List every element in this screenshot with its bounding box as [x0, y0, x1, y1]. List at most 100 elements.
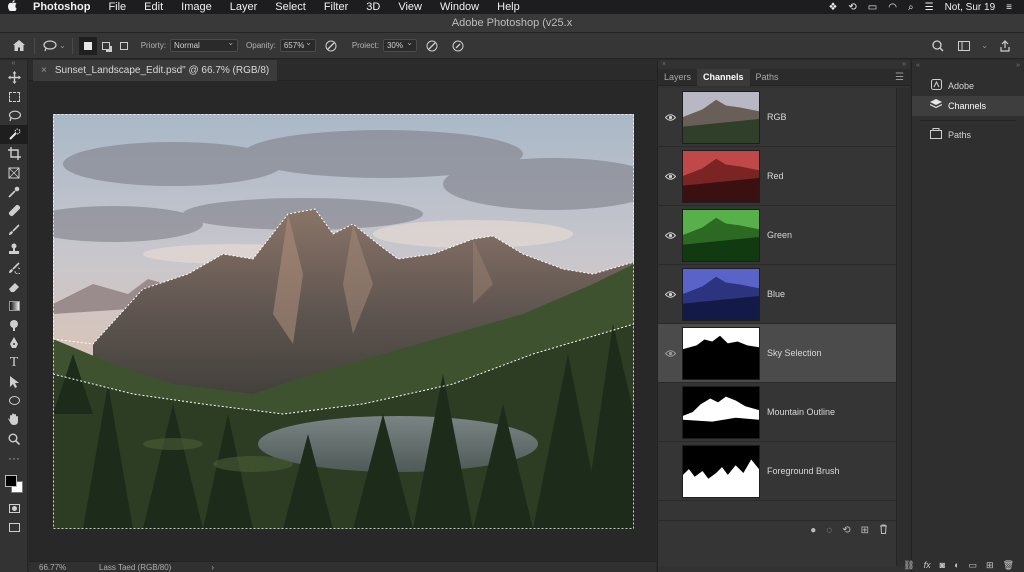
- add-to-selection-icon[interactable]: [97, 37, 115, 55]
- new-layer-icon[interactable]: ⊞: [986, 560, 994, 571]
- menu-edit[interactable]: Edit: [135, 0, 172, 14]
- dropbox-icon[interactable]: ❖: [828, 2, 837, 13]
- visibility-eye-icon[interactable]: [658, 349, 682, 357]
- healing-brush-tool-icon[interactable]: [0, 201, 28, 220]
- document-tab[interactable]: × Sunset_Landscape_Edit.psd" @ 66.7% (RG…: [33, 60, 278, 81]
- new-channel-icon[interactable]: ⊞: [861, 525, 869, 536]
- tab-channels[interactable]: Channels: [697, 68, 750, 86]
- projext-field[interactable]: 30%: [382, 37, 417, 52]
- workspace-icon[interactable]: [955, 37, 973, 55]
- type-tool-icon[interactable]: T: [0, 353, 28, 372]
- notification-center-icon[interactable]: ≡: [1006, 2, 1012, 13]
- channels-scrollbar[interactable]: [896, 88, 911, 566]
- visibility-eye-icon[interactable]: [658, 113, 682, 121]
- new-group-icon[interactable]: ▭: [969, 560, 978, 571]
- menu-select[interactable]: Select: [266, 0, 315, 14]
- menu-layer[interactable]: Layer: [221, 0, 267, 14]
- path-selection-tool-icon[interactable]: [0, 372, 28, 391]
- opacity-field[interactable]: 657%: [279, 37, 316, 52]
- channel-row-blue[interactable]: Blue: [658, 265, 896, 324]
- quick-selection-tool-icon[interactable]: [0, 125, 28, 144]
- save-selection-as-channel-icon[interactable]: ◌: [826, 525, 832, 536]
- history-brush-tool-icon[interactable]: [0, 258, 28, 277]
- dock-item-channels[interactable]: Channels: [912, 96, 1024, 116]
- control-center-icon[interactable]: ☰: [925, 2, 934, 13]
- battery-icon[interactable]: ▭: [868, 2, 877, 13]
- lasso-tool-preset-icon[interactable]: [41, 37, 59, 55]
- menu-window[interactable]: Window: [431, 0, 488, 14]
- menu-file[interactable]: File: [99, 0, 135, 14]
- spotlight-search-icon[interactable]: ⌕: [908, 2, 914, 13]
- gradient-tool-icon[interactable]: [0, 296, 28, 315]
- status-arrow-icon[interactable]: ›: [211, 563, 214, 572]
- crop-tool-icon[interactable]: [0, 144, 28, 163]
- quick-mask-icon[interactable]: [0, 499, 28, 518]
- visibility-toggle[interactable]: [658, 466, 682, 476]
- eraser-tool-icon[interactable]: [0, 277, 28, 296]
- menubar-clock[interactable]: Not, Sur 19: [945, 2, 996, 13]
- move-tool-icon[interactable]: [0, 68, 28, 87]
- pressure-size-icon[interactable]: [449, 37, 467, 55]
- pen-tool-icon[interactable]: [0, 334, 28, 353]
- new-selection-icon[interactable]: [78, 36, 97, 55]
- time-machine-icon[interactable]: ⟲: [848, 2, 856, 13]
- add-mask-icon[interactable]: ◙: [940, 560, 945, 570]
- frame-tool-icon[interactable]: [0, 163, 28, 182]
- chevron-down-icon[interactable]: ⌄: [59, 41, 66, 50]
- channel-row-rgb[interactable]: RGB: [658, 88, 896, 147]
- hand-tool-icon[interactable]: [0, 410, 28, 429]
- airbrush-icon[interactable]: [322, 37, 340, 55]
- search-icon[interactable]: [929, 37, 947, 55]
- apple-menu-icon[interactable]: [0, 0, 24, 14]
- menu-view[interactable]: View: [389, 0, 431, 14]
- menu-3d[interactable]: 3D: [357, 0, 389, 14]
- menu-photoshop[interactable]: Photoshop: [24, 0, 99, 14]
- clone-stamp-tool-icon[interactable]: [0, 239, 28, 258]
- share-icon[interactable]: [996, 37, 1014, 55]
- delete-layer-icon[interactable]: 🗑: [1003, 560, 1014, 571]
- visibility-eye-icon[interactable]: [658, 290, 682, 298]
- blur-tool-icon[interactable]: [0, 315, 28, 334]
- dock-collapse-bar[interactable]: «»: [912, 60, 1024, 72]
- close-document-icon[interactable]: ×: [41, 60, 47, 81]
- ellipse-tool-icon[interactable]: [0, 391, 28, 410]
- channel-row-red[interactable]: Red: [658, 147, 896, 206]
- dock-item-paths[interactable]: Paths: [912, 125, 1024, 145]
- tab-paths[interactable]: Paths: [750, 69, 785, 86]
- zoom-tool-icon[interactable]: [0, 429, 28, 448]
- chevron-down-icon[interactable]: ⌄: [981, 41, 988, 50]
- visibility-eye-icon[interactable]: [658, 172, 682, 180]
- dock-item-adobe[interactable]: Adobe: [912, 76, 1024, 96]
- document-canvas[interactable]: [53, 114, 634, 529]
- eyedropper-tool-icon[interactable]: [0, 182, 28, 201]
- visibility-eye-icon[interactable]: [658, 231, 682, 239]
- menu-image[interactable]: Image: [172, 0, 221, 14]
- tab-layers[interactable]: Layers: [658, 69, 697, 86]
- brush-tool-icon[interactable]: [0, 220, 28, 239]
- channel-row-foreground-brush[interactable]: Foreground Brush: [658, 442, 896, 501]
- lasso-tool-icon[interactable]: [0, 106, 28, 125]
- foreground-color-swatch[interactable]: [5, 475, 17, 487]
- rotate-icon[interactable]: ⟲: [842, 525, 850, 536]
- screen-mode-icon[interactable]: [0, 518, 28, 537]
- zoom-level[interactable]: 66.77%: [29, 563, 89, 572]
- subtract-selection-icon[interactable]: [115, 37, 133, 55]
- wifi-icon[interactable]: ◠: [888, 2, 897, 13]
- load-channel-as-selection-icon[interactable]: ●: [810, 525, 816, 536]
- home-icon[interactable]: [10, 37, 28, 55]
- menu-filter[interactable]: Filter: [315, 0, 357, 14]
- channel-row-mountain-outline[interactable]: Mountain Outline: [658, 383, 896, 442]
- layer-style-icon[interactable]: fx: [924, 560, 931, 570]
- document-info[interactable]: Lass Taed (RGB/80): [89, 563, 171, 572]
- channel-row-sky-selection[interactable]: Sky Selection: [658, 324, 896, 383]
- channel-row-green[interactable]: Green: [658, 206, 896, 265]
- collapse-toolbar-icon[interactable]: «: [0, 60, 27, 68]
- pressure-opacity-icon[interactable]: [423, 37, 441, 55]
- delete-channel-icon[interactable]: [879, 524, 888, 537]
- more-tools-icon[interactable]: ···: [0, 448, 28, 467]
- adjustment-layer-icon[interactable]: ◐: [954, 560, 959, 570]
- menu-help[interactable]: Help: [488, 0, 529, 14]
- priority-select[interactable]: Normal: [170, 37, 239, 52]
- canvas-area[interactable]: [29, 81, 656, 561]
- visibility-toggle[interactable]: [658, 407, 682, 417]
